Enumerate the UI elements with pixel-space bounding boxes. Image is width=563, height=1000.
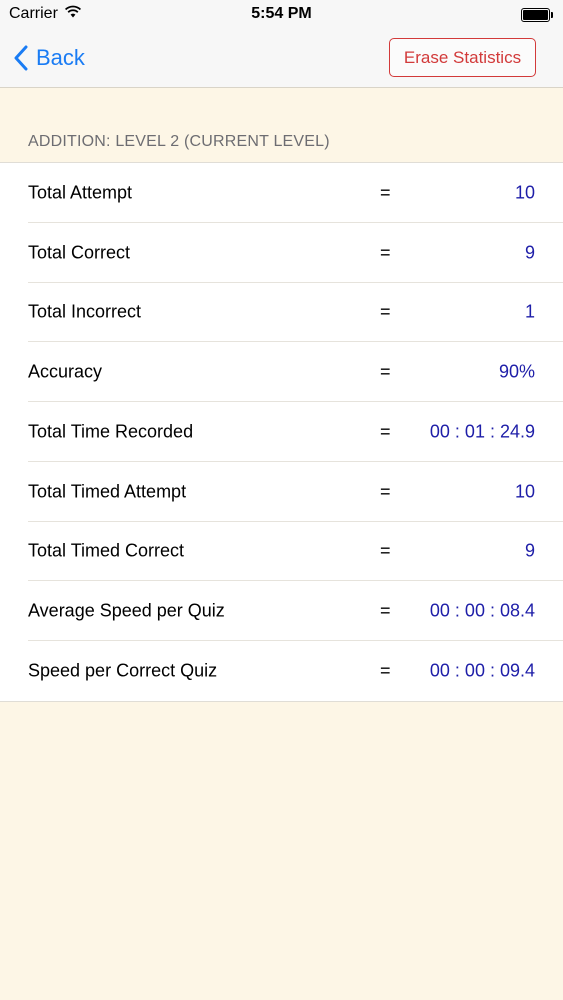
stat-label: Total Incorrect xyxy=(28,301,142,322)
table-row: Average Speed per Quiz = 00 : 00 : 08.4 xyxy=(0,581,563,641)
table-row: Total Time Recorded = 00 : 01 : 24.9 xyxy=(0,402,563,462)
equals-sign: = xyxy=(380,242,391,263)
table-row: Total Timed Correct = 9 xyxy=(0,522,563,582)
stat-label: Total Time Recorded xyxy=(28,421,194,442)
equals-sign: = xyxy=(380,660,391,681)
statistics-table: Total Attempt = 10 Total Correct = 9 Tot… xyxy=(0,162,563,702)
equals-sign: = xyxy=(380,182,391,203)
table-row: Accuracy = 90% xyxy=(0,342,563,402)
navigation-bar: Back Erase Statistics xyxy=(0,30,563,88)
stat-value: 9 xyxy=(524,242,535,263)
stat-label: Accuracy xyxy=(28,361,103,382)
equals-sign: = xyxy=(380,421,391,442)
equals-sign: = xyxy=(380,600,391,621)
stat-value: 00 : 01 : 24.9 xyxy=(429,421,535,442)
section-title: ADDITION: LEVEL 2 (CURRENT LEVEL) xyxy=(28,133,330,150)
status-bar: Carrier 5:54 PM xyxy=(0,0,563,30)
stat-value: 90% xyxy=(498,361,535,382)
table-row: Total Correct = 9 xyxy=(0,223,563,283)
stat-label: Total Correct xyxy=(28,242,131,263)
equals-sign: = xyxy=(380,540,391,561)
status-time: 5:54 PM xyxy=(251,5,312,22)
stat-label: Total Timed Attempt xyxy=(28,481,187,502)
equals-sign: = xyxy=(380,301,391,322)
stat-value: 00 : 00 : 08.4 xyxy=(429,600,535,621)
erase-statistics-button[interactable]: Erase Statistics xyxy=(389,38,536,77)
stat-label: Total Attempt xyxy=(28,182,133,203)
equals-sign: = xyxy=(380,361,391,382)
equals-sign: = xyxy=(380,481,391,502)
table-row: Speed per Correct Quiz = 00 : 00 : 09.4 xyxy=(0,641,563,701)
battery-icon xyxy=(521,8,553,22)
table-row: Total Incorrect = 1 xyxy=(0,283,563,343)
table-row: Total Attempt = 10 xyxy=(0,163,563,223)
stat-value: 10 xyxy=(514,481,535,502)
table-row: Total Timed Attempt = 10 xyxy=(0,462,563,522)
stat-value: 00 : 00 : 09.4 xyxy=(429,660,535,681)
stat-label: Total Timed Correct xyxy=(28,540,185,561)
stat-value: 1 xyxy=(524,301,535,322)
stat-value: 9 xyxy=(524,540,535,561)
chevron-left-icon xyxy=(14,45,28,71)
stat-label: Speed per Correct Quiz xyxy=(28,660,218,681)
stat-value: 10 xyxy=(514,182,535,203)
back-label: Back xyxy=(36,45,85,70)
back-button[interactable]: Back xyxy=(14,40,85,76)
stat-label: Average Speed per Quiz xyxy=(28,600,225,621)
